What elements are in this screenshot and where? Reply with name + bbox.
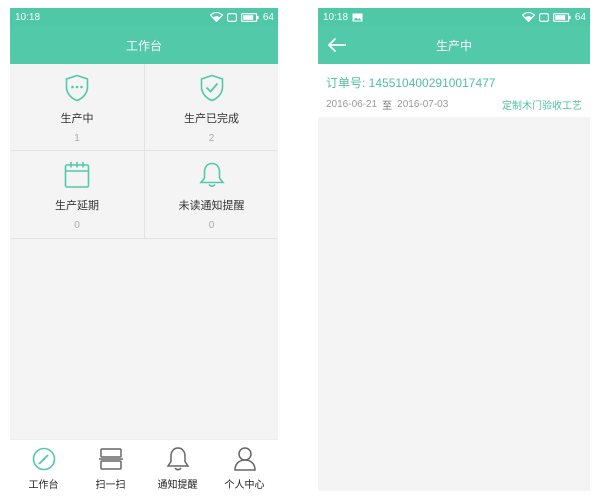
order-start-date: 2016-06-21: [326, 99, 378, 110]
card-count: 2: [208, 133, 215, 144]
calendar-icon: [63, 161, 91, 189]
card-count: 1: [74, 133, 80, 144]
status-bar: 10:18 64: [10, 8, 278, 26]
screen-icon: [538, 12, 549, 22]
app-bar: 工作台: [10, 26, 278, 64]
stats-grid: 生产中 1 生产已完成 2 生产延期 0 未读通知提醒 0: [10, 64, 278, 239]
shield-dots-icon: [63, 74, 91, 102]
order-end-date: 2016-07-03: [397, 99, 449, 110]
tab-workbench[interactable]: 工作台: [10, 440, 77, 491]
image-icon: [352, 13, 363, 22]
back-arrow-icon[interactable]: [326, 34, 348, 56]
date-separator: 至: [382, 101, 393, 112]
user-icon: [232, 446, 258, 472]
tab-scan[interactable]: 扫一扫: [77, 440, 144, 491]
tab-label: 工作台: [28, 480, 59, 491]
bell-icon: [198, 161, 226, 189]
card-completed[interactable]: 生产已完成 2: [144, 64, 278, 151]
in-production-screen: 10:18 64 生产中 订单号: 1455104002910017477 20…: [318, 8, 590, 491]
shield-check-icon: [198, 74, 226, 102]
order-process-link[interactable]: 定制木门验收工艺: [502, 97, 582, 112]
battery-level: 64: [262, 11, 274, 23]
bell-icon: [165, 446, 191, 472]
status-time: 10:18: [323, 11, 349, 23]
tab-label: 个人中心: [224, 480, 265, 491]
battery-level: 64: [574, 11, 586, 23]
card-delayed[interactable]: 生产延期 0: [10, 151, 144, 238]
order-meta: 2016-06-21 至 2016-07-03 定制木门验收工艺: [326, 97, 582, 112]
wifi-icon: [521, 12, 535, 22]
card-in-production[interactable]: 生产中 1: [10, 64, 144, 151]
card-label: 生产延期: [55, 200, 99, 212]
card-label: 未读通知提醒: [178, 200, 245, 212]
screen-icon: [226, 12, 237, 22]
status-time: 10:18: [15, 11, 41, 23]
battery-icon: [552, 12, 571, 22]
page-title: 生产中: [435, 38, 472, 53]
battery-icon: [240, 12, 259, 22]
status-bar: 10:18 64: [318, 8, 590, 26]
page-title: 工作台: [125, 38, 162, 53]
scan-icon: [98, 446, 124, 472]
tab-profile[interactable]: 个人中心: [211, 440, 278, 491]
workbench-screen: 10:18 64 工作台 生产中 1 生产已完成 2 生产延期 0 未读通知提醒…: [10, 8, 278, 491]
card-count: 0: [74, 220, 80, 231]
bottom-tab-bar: 工作台 扫一扫 通知提醒 个人中心: [10, 439, 278, 491]
tab-notifications[interactable]: 通知提醒: [144, 440, 211, 491]
dashboard-icon: [31, 446, 57, 472]
tab-label: 扫一扫: [95, 480, 126, 491]
card-label: 生产已完成: [184, 113, 239, 125]
tab-label: 通知提醒: [157, 480, 198, 491]
order-number: 订单号: 1455104002910017477: [326, 76, 496, 90]
wifi-icon: [209, 12, 223, 22]
card-count: 0: [208, 220, 215, 231]
card-label: 生产中: [60, 113, 94, 125]
card-unread-notifications[interactable]: 未读通知提醒 0: [144, 151, 278, 238]
app-bar: 生产中: [318, 26, 590, 64]
order-list-item[interactable]: 订单号: 1455104002910017477 2016-06-21 至 20…: [318, 64, 590, 117]
